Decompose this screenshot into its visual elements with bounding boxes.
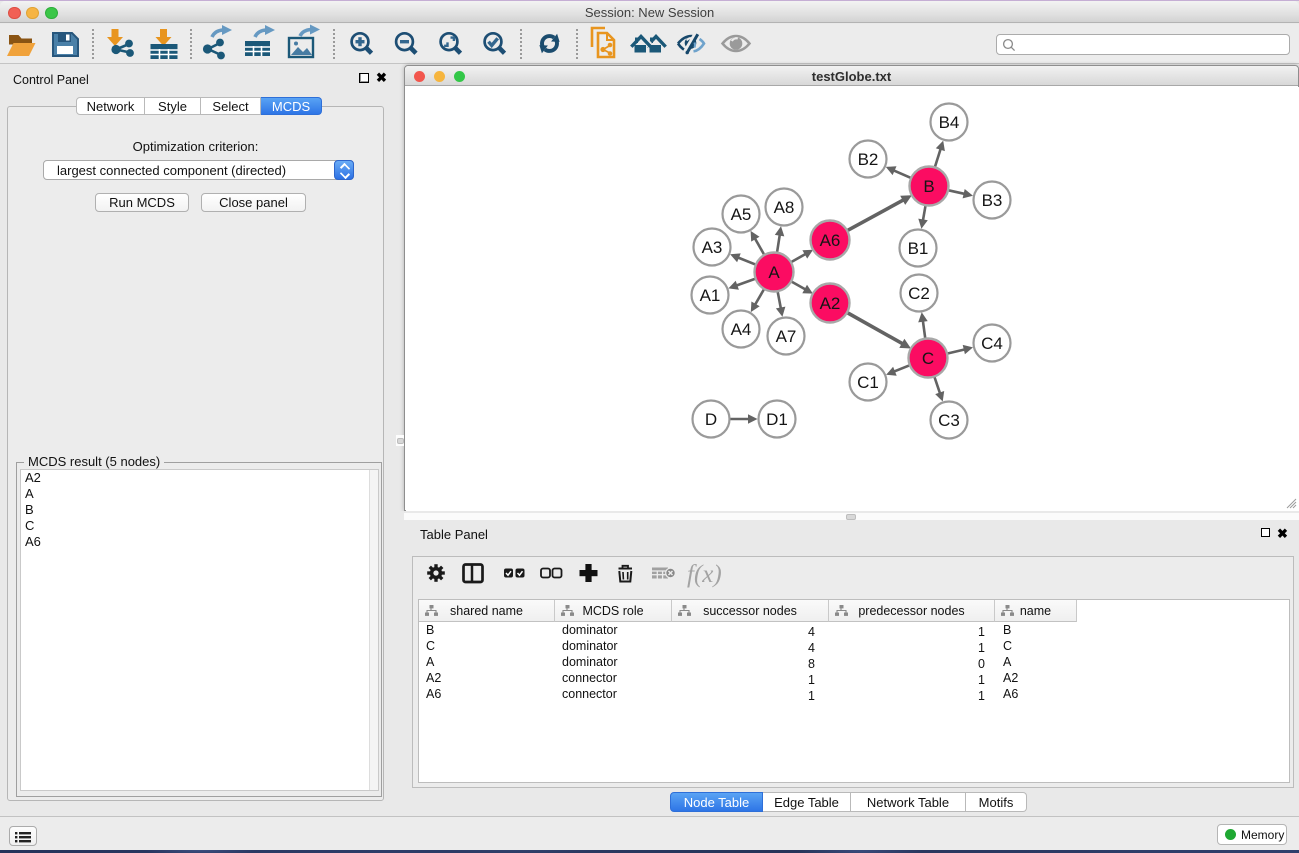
svg-text:D1: D1 (766, 410, 788, 429)
svg-text:A4: A4 (731, 320, 752, 339)
svg-text:C2: C2 (908, 284, 930, 303)
svg-text:A3: A3 (702, 238, 723, 257)
svg-text:A5: A5 (731, 205, 752, 224)
svg-text:A: A (768, 263, 780, 282)
svg-text:A8: A8 (774, 198, 795, 217)
svg-text:B1: B1 (908, 239, 929, 258)
svg-text:D: D (705, 410, 717, 429)
svg-text:C1: C1 (857, 373, 879, 392)
svg-text:A2: A2 (820, 294, 841, 313)
svg-text:B4: B4 (939, 113, 960, 132)
svg-text:B: B (923, 177, 934, 196)
svg-text:C3: C3 (938, 411, 960, 430)
svg-text:B3: B3 (982, 191, 1003, 210)
svg-text:A7: A7 (776, 327, 797, 346)
svg-text:A6: A6 (820, 231, 841, 250)
svg-text:C: C (922, 349, 934, 368)
svg-text:B2: B2 (858, 150, 879, 169)
svg-text:C4: C4 (981, 334, 1003, 353)
svg-text:f(x): f(x) (687, 561, 722, 588)
svg-text:A1: A1 (700, 286, 721, 305)
